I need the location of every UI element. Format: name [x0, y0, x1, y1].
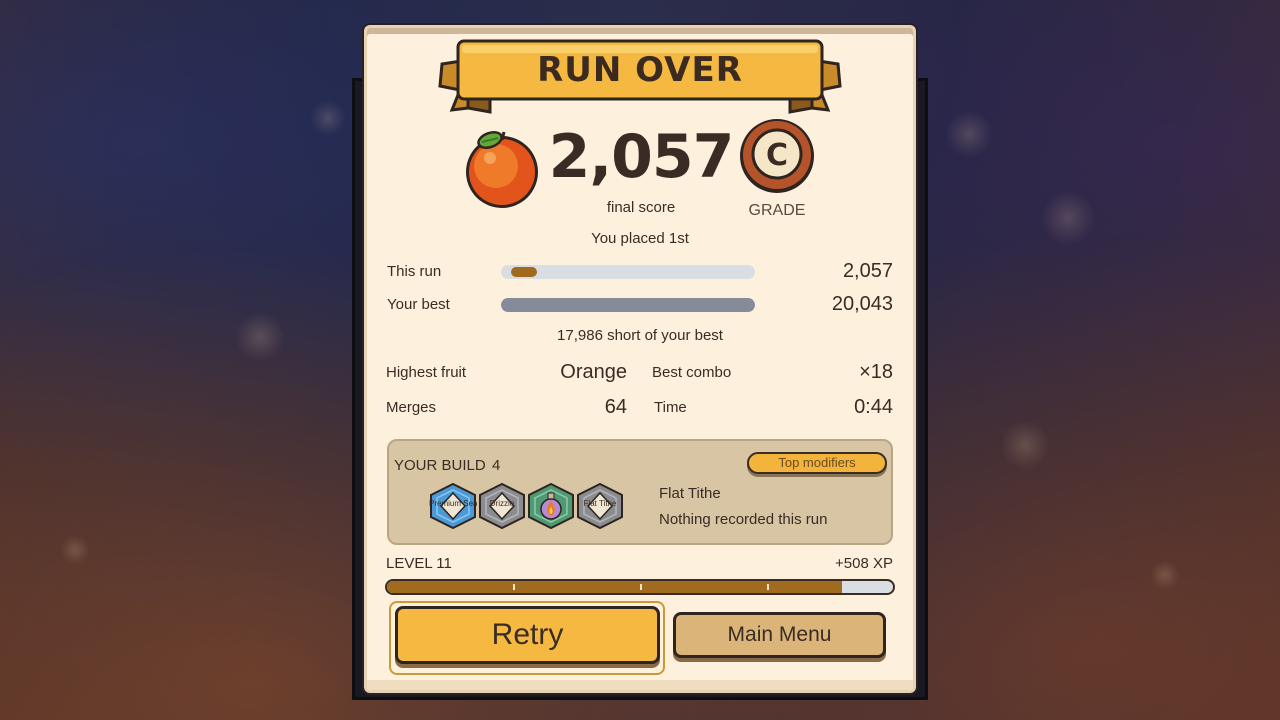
background-sparkle	[1150, 560, 1180, 590]
your-best-label: Your best	[387, 296, 450, 313]
background-sparkle	[60, 535, 90, 565]
background-sparkle	[310, 100, 346, 136]
background-sparkle	[235, 312, 285, 362]
xp-tick	[513, 584, 515, 590]
modifier-label: Flat Tithe	[583, 499, 617, 508]
short-of-best-text: 17,986 short of your best	[557, 327, 723, 344]
your-best-bar	[501, 298, 755, 312]
xp-progress-fill	[387, 581, 842, 593]
retry-button[interactable]: Retry	[395, 606, 660, 664]
modifier-premium-seal[interactable]: Premium Seal	[429, 482, 477, 530]
grade-badge: C	[740, 119, 814, 193]
build-count: 4	[492, 457, 501, 474]
best-combo-value: ×18	[859, 361, 893, 383]
modifier-drizzle[interactable]: Drizzle	[478, 482, 526, 530]
placement-text: You placed 1st	[591, 230, 689, 247]
highest-fruit-label: Highest fruit	[386, 364, 467, 381]
grade-label: GRADE	[748, 202, 806, 219]
this-run-label: This run	[387, 263, 442, 280]
top-modifiers-button[interactable]: Top modifiers	[747, 452, 887, 474]
this-run-bar-fill	[511, 267, 537, 277]
final-score-value: 2,057	[548, 122, 735, 192]
merges-label: Merges	[386, 399, 437, 416]
modifier-flat-tithe[interactable]: Flat Tithe	[576, 482, 624, 530]
modifier-fire-potion[interactable]	[527, 482, 575, 530]
best-combo-label: Best combo	[652, 364, 732, 381]
merges-value: 64	[604, 396, 627, 418]
time-value: 0:44	[854, 396, 893, 418]
grade-letter: C	[766, 138, 788, 173]
main-menu-button[interactable]: Main Menu	[673, 612, 886, 658]
xp-progress-bar	[385, 579, 895, 595]
xp-tick	[640, 584, 642, 590]
your-best-bar-fill	[501, 298, 755, 312]
background-sparkle	[945, 110, 993, 158]
this-run-bar	[501, 265, 755, 279]
xp-tick	[767, 584, 769, 590]
panel-edge	[367, 680, 913, 690]
final-score-label: final score	[606, 199, 676, 216]
page-title: RUN OVER	[537, 50, 743, 90]
flame-potion-icon	[528, 482, 574, 530]
time-label: Time	[654, 399, 687, 416]
selected-modifier-name: Flat Tithe	[659, 485, 721, 502]
orange-icon	[466, 130, 538, 208]
background-sparkle	[1040, 190, 1096, 246]
this-run-value: 2,057	[842, 260, 893, 282]
xp-gain-label: +508 XP	[835, 555, 893, 572]
build-title: YOUR BUILD	[394, 457, 486, 474]
your-best-value: 20,043	[831, 293, 893, 315]
modifier-label: Drizzle	[489, 499, 515, 508]
level-label: LEVEL 11	[386, 555, 452, 572]
modifier-label: Premium Seal	[429, 499, 477, 508]
highest-fruit-value: Orange	[560, 361, 627, 383]
background-sparkle	[1000, 420, 1050, 470]
selected-modifier-desc: Nothing recorded this run	[659, 511, 828, 528]
